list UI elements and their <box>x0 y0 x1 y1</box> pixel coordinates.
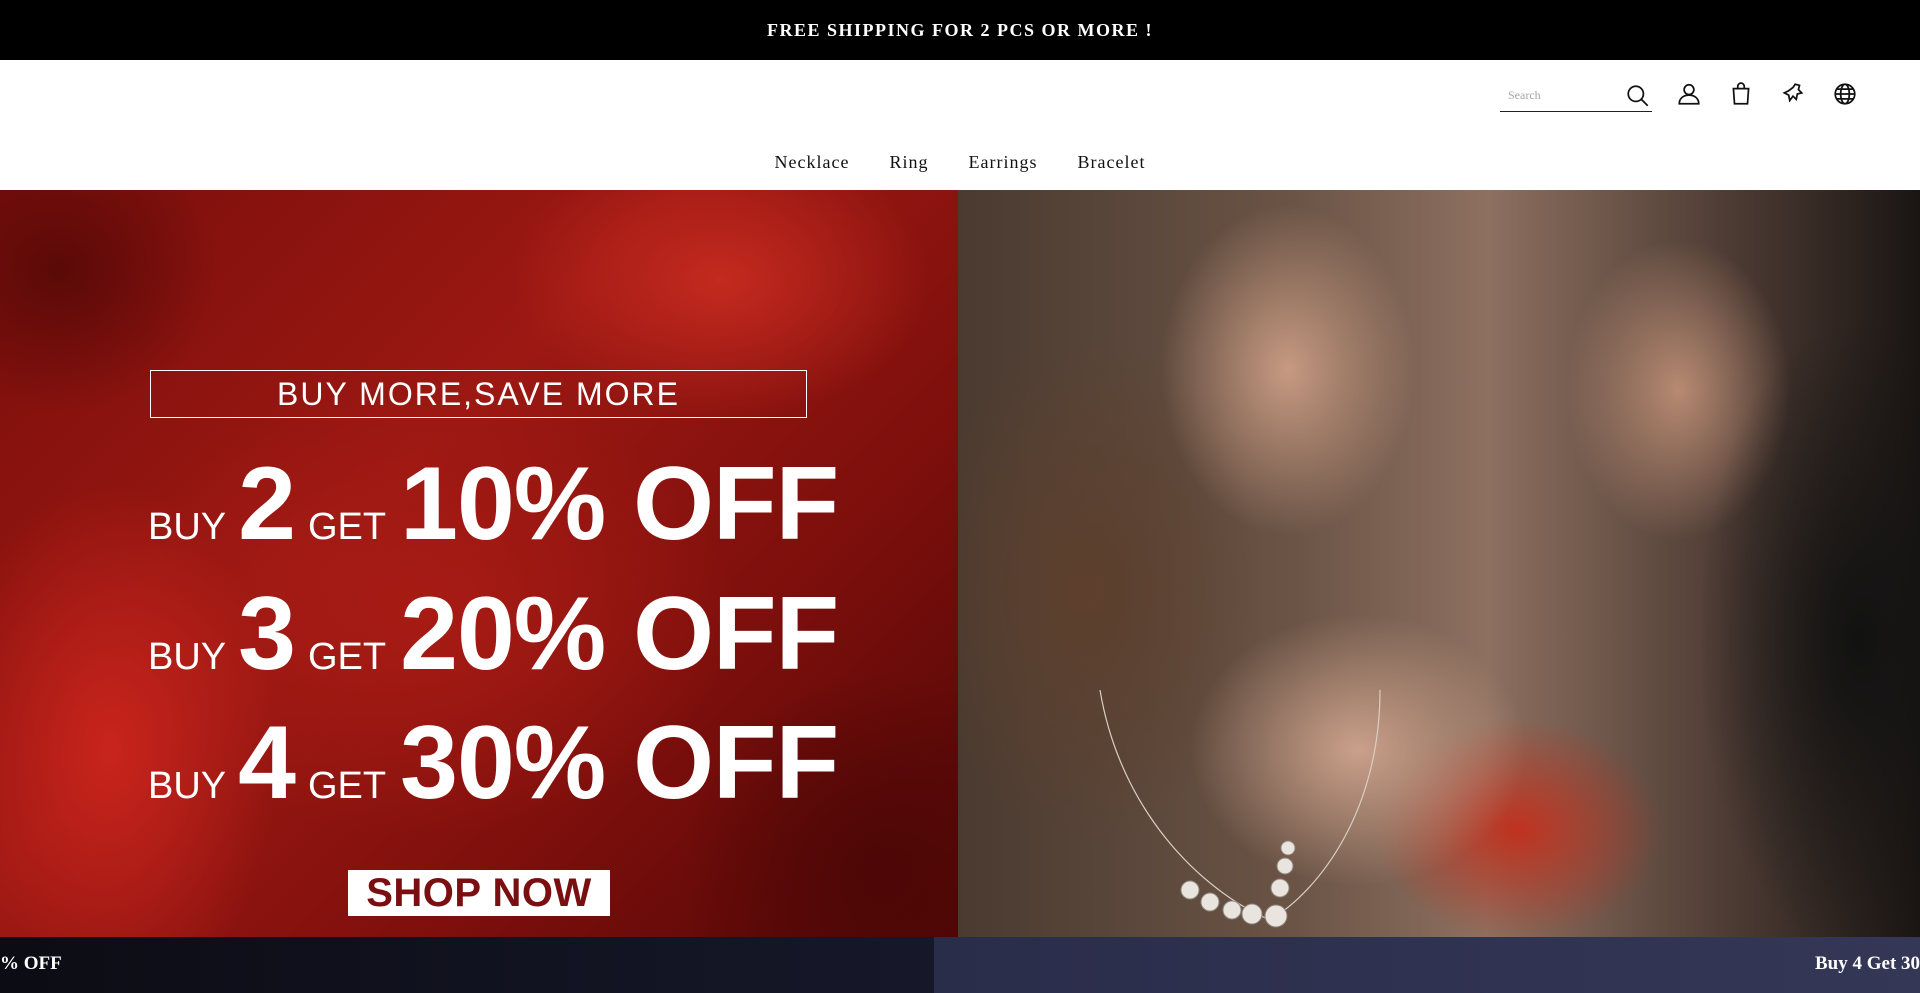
hero-banner[interactable]: BUY MORE,SAVE MORE BUY 2 GET 10% OFF BUY… <box>0 190 1920 937</box>
offer-qty: 4 <box>238 705 296 821</box>
offer-qty: 3 <box>238 576 296 692</box>
wishlist-icon[interactable] <box>1779 80 1807 108</box>
nav-necklace[interactable]: Necklace <box>775 152 850 173</box>
ticker-text-right: Buy 4 Get 30% <box>1815 953 1920 974</box>
offer-buy: BUY <box>148 506 227 548</box>
ticker-text-left: % OFF <box>0 953 62 974</box>
language-icon[interactable] <box>1831 80 1859 108</box>
cart-icon[interactable] <box>1727 80 1755 108</box>
shop-now-label: SHOP NOW <box>366 870 592 915</box>
search-icon[interactable] <box>1624 82 1652 110</box>
promo-box-text: BUY MORE,SAVE MORE <box>277 375 680 412</box>
ticker-left-panel <box>0 937 934 993</box>
ticker-right-panel <box>934 937 1920 993</box>
offer-get: GET <box>307 506 387 548</box>
search-box[interactable] <box>1500 80 1652 112</box>
main-nav: Necklace Ring Earrings Bracelet <box>0 152 1920 173</box>
offer-buy: BUY <box>148 636 227 678</box>
offer-line: BUY 4 GET 30% OFF <box>148 704 839 823</box>
offer-line: BUY 3 GET 20% OFF <box>148 575 839 694</box>
announcement-text: FREE SHIPPING FOR 2 PCS OR MORE ! <box>766 19 1153 40</box>
site-header: Necklace Ring Earrings Bracelet <box>0 60 1920 190</box>
announcement-bar: FREE SHIPPING FOR 2 PCS OR MORE ! <box>0 0 1920 60</box>
buy-more-save-more-box: BUY MORE,SAVE MORE <box>150 370 807 418</box>
offer-get: GET <box>307 765 387 807</box>
nav-ring[interactable]: Ring <box>889 152 928 173</box>
search-input[interactable] <box>1500 81 1620 110</box>
offer-line: BUY 2 GET 10% OFF <box>148 445 839 564</box>
offer-get: GET <box>307 636 387 678</box>
offer-discount: 20% OFF <box>400 576 839 692</box>
account-icon[interactable] <box>1675 80 1703 108</box>
offer-discount: 30% OFF <box>400 705 839 821</box>
necklace-image <box>1099 690 1381 928</box>
shop-now-button[interactable]: SHOP NOW <box>348 870 610 916</box>
offer-discount: 10% OFF <box>400 446 839 562</box>
nav-bracelet[interactable]: Bracelet <box>1077 152 1145 173</box>
offer-buy: BUY <box>148 765 227 807</box>
nav-earrings[interactable]: Earrings <box>969 152 1038 173</box>
offer-qty: 2 <box>238 446 296 562</box>
promo-ticker: % OFF Buy 4 Get 30% <box>0 937 1920 993</box>
